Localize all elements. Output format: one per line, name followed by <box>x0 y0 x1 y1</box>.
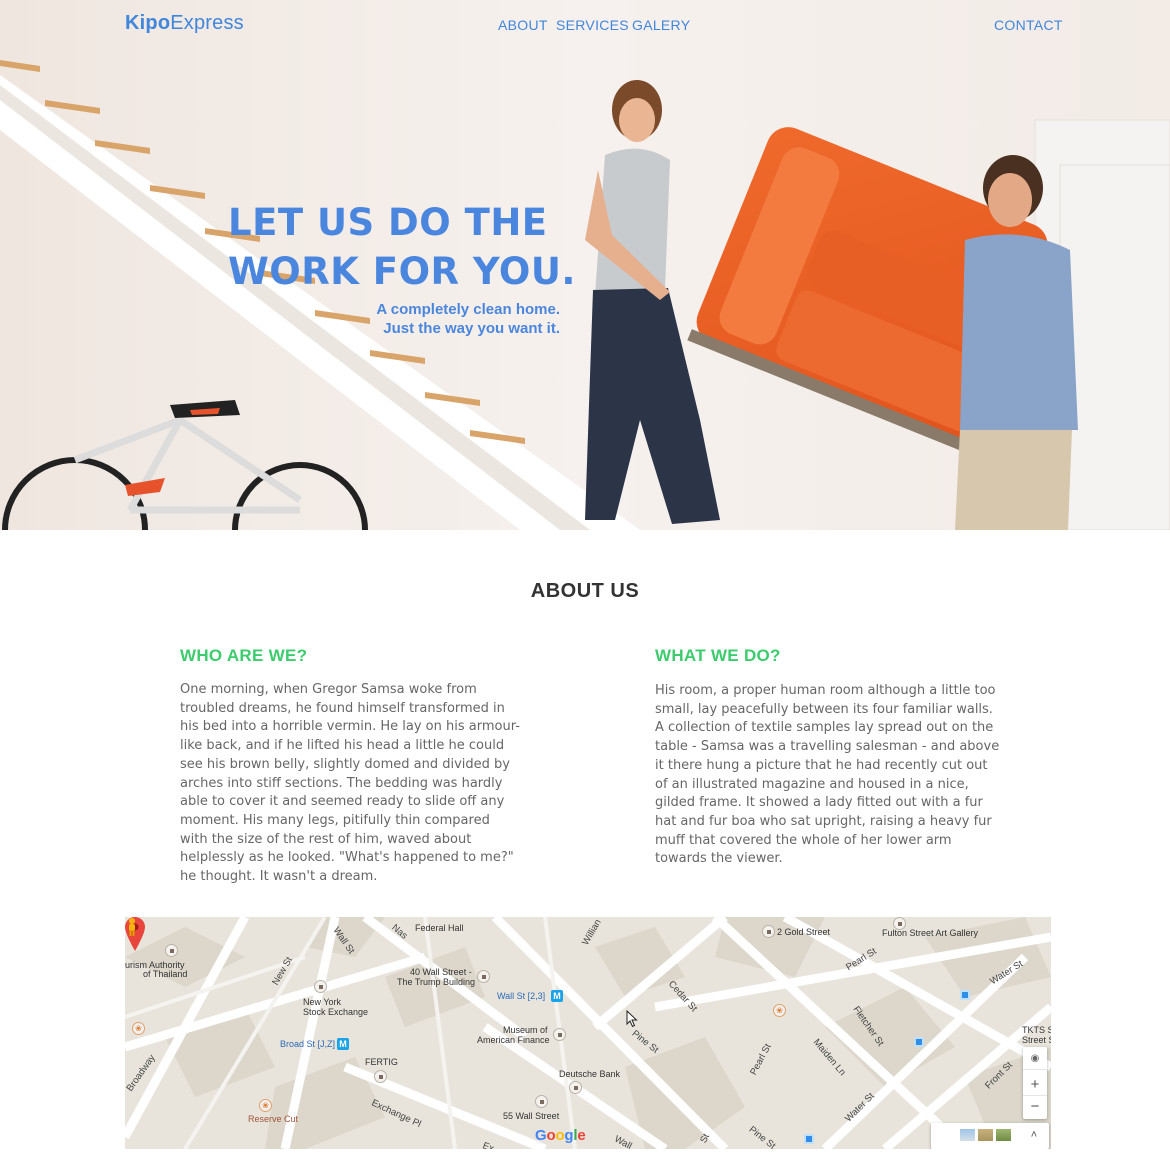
map-type-thumb[interactable] <box>978 1129 993 1141</box>
map-label-broad-st-metro: Broad St [J,Z] <box>280 1039 336 1049</box>
map-label-museum-2: American Finance <box>477 1035 550 1045</box>
zoom-out-button[interactable]: − <box>1023 1097 1047 1119</box>
hero-subtitle: A completely clean home. Just the way yo… <box>330 300 560 338</box>
map-label-federal-hall: Federal Hall <box>415 923 464 933</box>
hero-headline: LET US DO THE WORK FOR YOU. <box>228 198 588 296</box>
google-letter: G <box>535 1127 547 1144</box>
map-label-nyse-2: Stock Exchange <box>303 1007 369 1017</box>
what-we-do-heading: WHAT WE DO? <box>655 646 781 665</box>
map-label-museum-1: Museum of <box>503 1025 548 1035</box>
restaurant-icon[interactable]: ❀ <box>132 1022 145 1035</box>
nav-link-contact[interactable]: CONTACT <box>994 17 1063 33</box>
map-label-tkts-2: Street S <box>1022 1035 1051 1045</box>
what-we-do-text: His room, a proper human room although a… <box>655 683 1000 867</box>
mouse-cursor-icon <box>626 1010 638 1028</box>
logo-light-text: Express <box>170 12 244 34</box>
map-label-nyse-1: New York <box>303 997 342 1007</box>
bus-stop-icon[interactable] <box>804 1134 814 1144</box>
poi-marker[interactable] <box>569 1081 582 1094</box>
bus-stop-icon[interactable] <box>960 990 970 1000</box>
map-label-tourism-2: of Thailand <box>143 969 188 979</box>
hero-headline-line-2: WORK FOR YOU. <box>228 250 576 293</box>
about-section-title: ABOUT US <box>530 580 640 602</box>
metro-icon[interactable]: M <box>337 1038 349 1050</box>
hero-banner: KipoExpress ABOUT SERVICES GALERY CONTAC… <box>0 0 1170 530</box>
my-location-button[interactable]: ◉ <box>1023 1048 1047 1070</box>
top-navigation: KipoExpress ABOUT SERVICES GALERY CONTAC… <box>0 0 1170 50</box>
poi-marker[interactable] <box>762 925 775 938</box>
poi-marker[interactable] <box>535 1095 548 1108</box>
expand-chevron-icon[interactable]: ˄ <box>1027 1127 1041 1143</box>
metro-icon[interactable]: M <box>551 990 563 1002</box>
who-are-we-heading: WHO ARE WE? <box>180 646 308 665</box>
poi-marker[interactable] <box>553 1028 566 1041</box>
nav-link-about[interactable]: ABOUT <box>498 17 548 33</box>
nav-link-services[interactable]: SERVICES <box>556 17 629 33</box>
map-label-40-wall-1: 40 Wall Street - <box>410 967 472 977</box>
map-label-2-gold: 2 Gold Street <box>777 927 831 937</box>
map-label-tkts-1: TKTS S <box>1022 1025 1051 1035</box>
logo[interactable]: KipoExpress <box>125 12 244 35</box>
google-letter: e <box>577 1127 586 1144</box>
poi-marker[interactable] <box>314 980 327 993</box>
hero-subtitle-line-1: A completely clean home. <box>376 301 560 318</box>
poi-marker[interactable] <box>477 970 490 983</box>
map-type-thumbnails[interactable] <box>960 1129 1012 1141</box>
street-view-pegman-icon[interactable] <box>125 917 139 937</box>
map-label-fertig: FERTIG <box>365 1057 398 1067</box>
map-label-deutsche-bank: Deutsche Bank <box>559 1069 621 1079</box>
map-label-55-wall: 55 Wall Street <box>503 1111 560 1121</box>
poi-marker[interactable] <box>165 944 178 957</box>
google-logo: Google <box>535 1127 586 1144</box>
hero-headline-line-1: LET US DO THE <box>228 201 548 244</box>
map-label-40-wall-2: The Trump Building <box>397 977 476 987</box>
map-label-reserve-cut: Reserve Cut <box>248 1114 299 1124</box>
zoom-in-button[interactable]: + <box>1023 1074 1047 1096</box>
who-are-we-text: One morning, when Gregor Samsa woke from… <box>180 682 520 885</box>
nav-link-galery[interactable]: GALERY <box>632 17 690 33</box>
hero-subtitle-line-2: Just the way you want it. <box>383 320 560 337</box>
map-type-thumb[interactable] <box>960 1129 975 1141</box>
google-letter: o <box>555 1127 565 1144</box>
map-label-wall-st-metro: Wall St [2,3] <box>497 991 546 1001</box>
google-letter: g <box>564 1127 574 1144</box>
location-map[interactable]: Federal Hall urism Authority of Thailand… <box>125 917 1051 1149</box>
logo-bold-text: Kipo <box>125 12 171 34</box>
restaurant-icon[interactable]: ❀ <box>773 1004 786 1017</box>
bus-stop-icon[interactable] <box>914 1037 924 1047</box>
restaurant-icon[interactable]: ❀ <box>259 1099 272 1112</box>
poi-marker[interactable] <box>374 1070 387 1083</box>
google-letter: o <box>546 1127 556 1144</box>
map-type-thumb[interactable] <box>996 1129 1011 1141</box>
poi-marker[interactable] <box>893 917 906 930</box>
